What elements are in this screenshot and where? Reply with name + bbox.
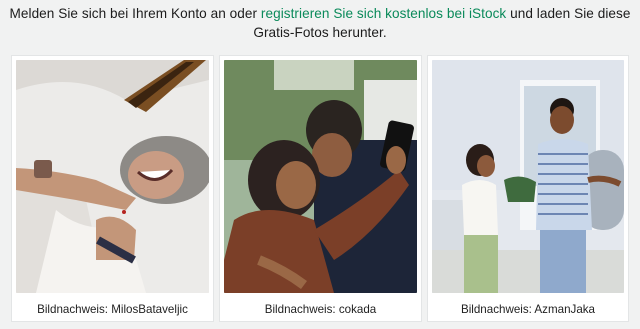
photo-credit-1: Bildnachweis: MilosBataveljic [37, 303, 188, 316]
register-link[interactable]: registrieren Sie sich kostenlos bei iSto… [261, 6, 506, 21]
photo-couple-moving[interactable] [432, 60, 624, 293]
photo-credit-3: Bildnachweis: AzmanJaka [460, 303, 596, 316]
photo-card-3[interactable]: Bildnachweis: AzmanJaka [428, 56, 628, 321]
photo-couple-selfie[interactable] [224, 60, 417, 293]
intro-part1: Melden Sie sich bei Ihrem Konto an oder [9, 6, 261, 21]
photo-laughing-woman[interactable] [16, 60, 209, 293]
photo-card-2[interactable]: Bildnachweis: cokada [220, 56, 421, 321]
intro-text: Melden Sie sich bei Ihrem Konto an oder … [0, 4, 640, 42]
photo-card-1[interactable]: Bildnachweis: MilosBataveljic [12, 56, 213, 321]
photo-credit-2: Bildnachweis: cokada [264, 303, 377, 316]
